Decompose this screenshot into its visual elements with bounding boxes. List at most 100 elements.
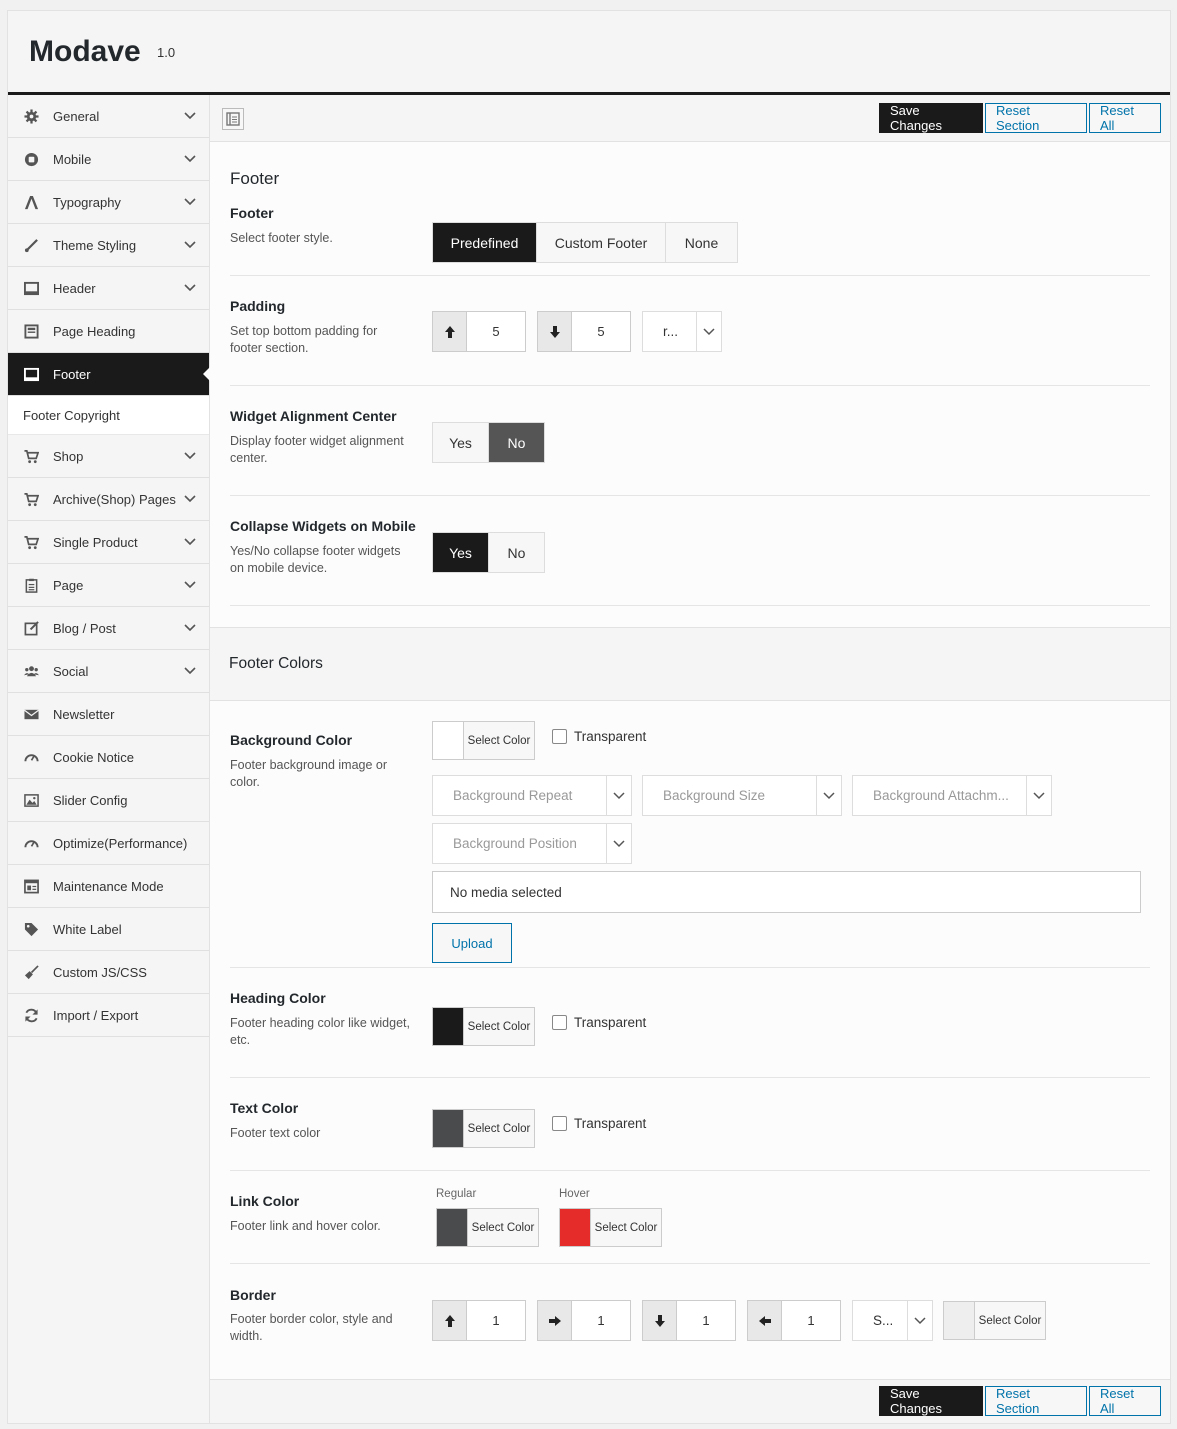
border-left-value[interactable]: 1 [782,1301,840,1340]
sidebar-item-mobile[interactable]: Mobile [8,138,209,181]
option-description: Select footer style. [230,231,333,245]
sidebar-item-archive-shop-pages[interactable]: Archive(Shop) Pages [8,478,209,521]
chevron-down-icon [184,538,196,546]
arrow-down-icon [538,312,572,351]
padding-unit-select[interactable]: r... [642,311,722,352]
sidebar-item-social[interactable]: Social [8,650,209,693]
text-transparent-checkbox[interactable]: Transparent [552,1116,646,1131]
sidebar-item-maintenance-mode[interactable]: Maintenance Mode [8,865,209,908]
footer-colors-header: Footer Colors [210,627,1170,701]
border-style-select[interactable]: S... [852,1300,933,1341]
reset-all-button[interactable]: Reset All [1089,103,1161,133]
background-color-picker[interactable]: Select Color [432,721,535,760]
sidebar-item-general[interactable]: General [8,95,209,138]
arrow-up-icon [433,1301,467,1340]
save-changes-button[interactable]: Save Changes [879,1386,983,1416]
sidebar-item-optimize-performance[interactable]: Optimize(Performance) [8,822,209,865]
sidebar-item-slider-config[interactable]: Slider Config [8,779,209,822]
option-description: Footer border color, style and width. [230,1312,393,1343]
collapse-widgets-no[interactable]: No [489,533,544,572]
border-color-picker[interactable]: Select Color [943,1301,1046,1340]
footer-style-none[interactable]: None [666,223,737,262]
chevron-down-icon [606,776,631,815]
arrow-down-icon [643,1301,677,1340]
sidebar-item-blog-post[interactable]: Blog / Post [8,607,209,650]
save-changes-button[interactable]: Save Changes [879,103,983,133]
sidebar-item-custom-js-css[interactable]: Custom JS/CSS [8,951,209,994]
footer-style-custom[interactable]: Custom Footer [537,223,666,262]
border-right-field[interactable]: 1 [537,1300,631,1341]
chevron-down-icon [184,112,196,120]
link-regular-color-picker[interactable]: Select Color [436,1208,539,1247]
option-description: Footer background image or color. [230,758,388,789]
sidebar-item-label: Custom JS/CSS [53,964,147,980]
padding-top-value[interactable]: 5 [467,312,525,351]
select-placeholder: Background Position [453,836,577,851]
padding-bottom-field[interactable]: 5 [537,311,631,352]
checkbox-box [552,729,567,744]
app-title: Modave [29,35,141,68]
border-left-field[interactable]: 1 [747,1300,841,1341]
background-position-select[interactable]: Background Position [432,823,632,864]
heading-transparent-checkbox[interactable]: Transparent [552,1015,646,1030]
window-icon [23,280,39,296]
padding-top-field[interactable]: 5 [432,311,526,352]
sidebar-item-page-heading[interactable]: Page Heading [8,310,209,353]
main-content: Save Changes Reset Section Reset All Foo… [210,95,1170,1423]
sidebar-item-label: Header [53,280,96,296]
arrow-up-icon [433,312,467,351]
upload-button[interactable]: Upload [432,923,512,963]
border-bottom-value[interactable]: 1 [677,1301,735,1340]
sidebar-item-newsletter[interactable]: Newsletter [8,693,209,736]
border-right-value[interactable]: 1 [572,1301,630,1340]
sidebar-item-theme-styling[interactable]: Theme Styling [8,224,209,267]
heading-color-picker[interactable]: Select Color [432,1007,535,1046]
select-placeholder: Background Attachm... [873,788,1009,803]
option-title: Widget Alignment Center [230,408,397,424]
reset-section-button[interactable]: Reset Section [985,1386,1087,1416]
option-title: Heading Color [230,990,326,1006]
color-swatch [433,722,464,759]
footer-style-predefined[interactable]: Predefined [433,223,537,262]
link-hover-color-picker[interactable]: Select Color [559,1208,662,1247]
sidebar-item-footer-copyright[interactable]: Footer Copyright [8,396,209,435]
arrow-left-icon [748,1301,782,1340]
text-color-picker[interactable]: Select Color [432,1109,535,1148]
background-attachment-select[interactable]: Background Attachm... [852,775,1052,816]
color-swatch [433,1008,464,1045]
sidebar-item-footer[interactable]: Footer [8,353,210,396]
sidebar-item-white-label[interactable]: White Label [8,908,209,951]
sidebar-item-label: Import / Export [53,1007,139,1023]
collapse-widgets-yes[interactable]: Yes [433,533,489,572]
widget-alignment-yes[interactable]: Yes [433,423,489,462]
border-top-field[interactable]: 1 [432,1300,526,1341]
padding-bottom-value[interactable]: 5 [572,312,630,351]
border-top-value[interactable]: 1 [467,1301,525,1340]
option-title: Padding [230,298,286,314]
widget-alignment-no[interactable]: No [489,423,544,462]
divider [230,275,1150,276]
border-bottom-field[interactable]: 1 [642,1300,736,1341]
sidebar-item-page[interactable]: Page [8,564,209,607]
mobile-icon [23,151,39,167]
media-url-field[interactable]: No media selected [432,871,1141,913]
expand-options-button[interactable] [222,108,244,130]
brush-icon [23,237,39,253]
background-repeat-select[interactable]: Background Repeat [432,775,632,816]
sidebar-item-shop[interactable]: Shop [8,435,209,478]
sidebar-item-import-export[interactable]: Import / Export [8,994,209,1037]
reset-all-button[interactable]: Reset All [1089,1386,1161,1416]
sidebar-item-cookie-notice[interactable]: Cookie Notice [8,736,209,779]
sidebar-item-header[interactable]: Header [8,267,209,310]
checkbox-label: Transparent [574,1015,647,1030]
sidebar-item-single-product[interactable]: Single Product [8,521,209,564]
select-color-label: Select Color [467,1020,531,1033]
chevron-down-icon [184,284,196,292]
background-size-select[interactable]: Background Size [642,775,842,816]
select-placeholder: Background Size [663,788,766,803]
reset-section-button[interactable]: Reset Section [985,103,1087,133]
background-transparent-checkbox[interactable]: Transparent [552,729,646,744]
sidebar-item-label: Page Heading [53,323,136,339]
collapse-widgets-toggle: Yes No [432,532,545,573]
sidebar-item-typography[interactable]: Typography [8,181,209,224]
